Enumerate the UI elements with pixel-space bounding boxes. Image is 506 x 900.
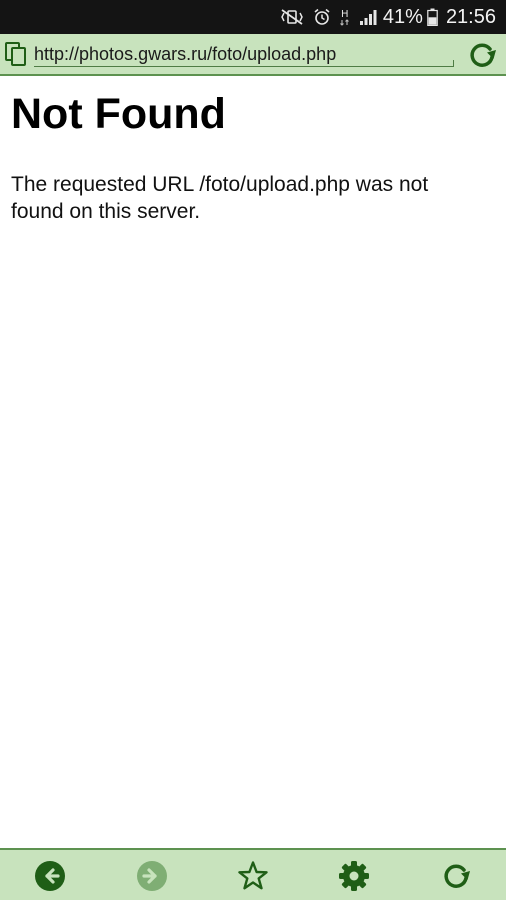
back-button[interactable] <box>34 860 66 892</box>
settings-button[interactable] <box>338 860 370 892</box>
star-icon <box>238 861 268 890</box>
url-input[interactable]: http://photos.gwars.ru/foto/upload.php <box>34 42 454 67</box>
battery-icon <box>427 8 438 26</box>
back-arrow-icon <box>35 861 65 891</box>
page-title: Not Found <box>11 90 226 138</box>
mute-vibrate-icon <box>279 8 305 26</box>
browser-screen: H 41% 21:56 http://photos.gwars.ru/foto/… <box>0 0 506 900</box>
address-reload-button[interactable] <box>466 39 498 71</box>
error-message: The requested URL /foto/upload.php was n… <box>11 173 429 223</box>
gear-icon <box>339 861 369 891</box>
address-bar: http://photos.gwars.ru/foto/upload.php <box>0 34 506 76</box>
battery-percent: 41% <box>382 5 423 28</box>
copy-icon <box>5 42 26 66</box>
forward-arrow-icon <box>137 861 167 891</box>
alarm-icon <box>313 8 331 26</box>
status-bar: H 41% 21:56 <box>0 0 506 34</box>
network-type-icon: H <box>339 7 351 27</box>
copy-url-button[interactable] <box>4 41 30 67</box>
reload-button[interactable] <box>440 860 472 892</box>
reload-icon <box>470 43 496 67</box>
network-type-label: H <box>341 9 349 20</box>
bookmark-button[interactable] <box>237 860 269 892</box>
reload-icon <box>444 864 470 888</box>
clock: 21:56 <box>445 5 496 28</box>
forward-button[interactable] <box>136 860 168 892</box>
page-content: Not Found The requested URL /foto/upload… <box>0 78 506 848</box>
signal-strength-icon <box>359 8 377 26</box>
bottom-toolbar <box>0 848 506 900</box>
status-bar-indicators: H 41% 21:56 <box>271 0 496 34</box>
